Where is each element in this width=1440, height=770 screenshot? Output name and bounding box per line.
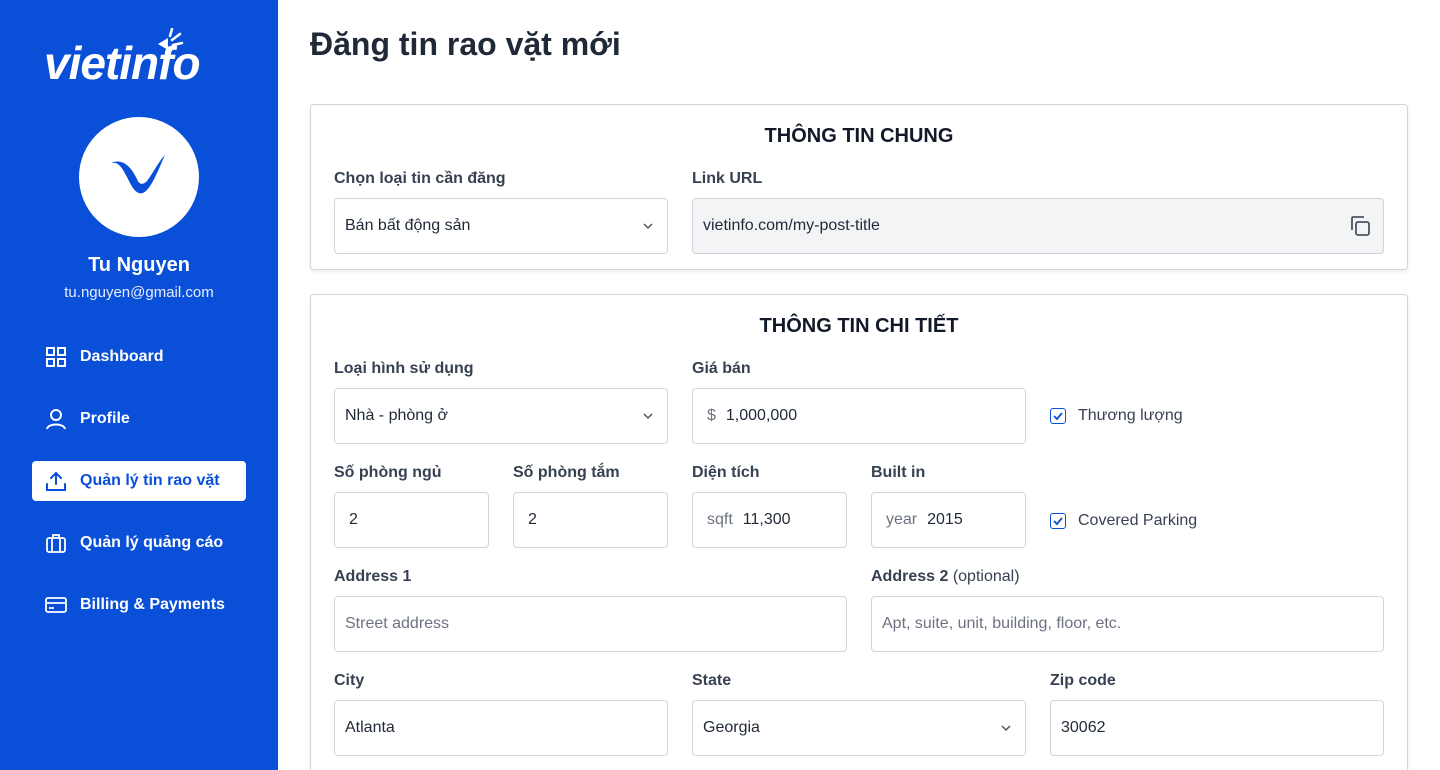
- sidebar-item-profile[interactable]: Profile: [32, 399, 246, 439]
- address2-optional: (optional): [952, 568, 1020, 585]
- bedrooms-input[interactable]: 2: [334, 492, 489, 548]
- sidebar-item-billing[interactable]: Billing & Payments: [32, 585, 246, 625]
- bedrooms-label: Số phòng ngủ: [334, 464, 442, 481]
- address2-input[interactable]: Apt, suite, unit, building, floor, etc.: [871, 596, 1384, 652]
- address1-label: Address 1: [334, 568, 412, 585]
- megaphone-icon: [158, 28, 184, 50]
- general-info-title: THÔNG TIN CHUNG: [764, 125, 954, 147]
- currency-prefix: $: [707, 407, 716, 424]
- address2-label: Address 2 (optional): [871, 568, 1020, 586]
- chevron-down-icon: [1001, 725, 1011, 732]
- post-type-value: Bán bất động sản: [345, 217, 471, 234]
- usage-value: Nhà - phòng ở: [345, 407, 448, 424]
- credit-card-icon: [44, 593, 68, 617]
- zip-value: 30062: [1061, 719, 1106, 736]
- negotiable-label: Thương lượng: [1078, 407, 1183, 424]
- grid-icon: [44, 345, 68, 369]
- area-unit: sqft: [707, 511, 733, 528]
- sidebar-item-label: Billing & Payments: [80, 596, 225, 613]
- parking-checkbox[interactable]: Covered Parking: [1050, 512, 1197, 530]
- area-input[interactable]: sqft 11,300: [692, 492, 847, 548]
- price-label: Giá bán: [692, 360, 751, 377]
- sidebar-item-label: Quản lý tin rao vặt: [80, 472, 220, 489]
- state-label: State: [692, 672, 732, 689]
- city-input[interactable]: Atlanta: [334, 700, 668, 756]
- price-value: 1,000,000: [725, 407, 798, 424]
- bedrooms-value: 2: [349, 511, 358, 528]
- address1-placeholder: Street address: [345, 615, 450, 632]
- sidebar-item-label: Profile: [80, 410, 130, 427]
- avatar[interactable]: [79, 117, 199, 237]
- address1-input[interactable]: Street address: [334, 596, 847, 652]
- bathrooms-input[interactable]: 2: [513, 492, 668, 548]
- negotiable-checkbox[interactable]: Thương lượng: [1050, 407, 1183, 425]
- post-type-select[interactable]: Bán bất động sản: [334, 198, 668, 254]
- bathrooms-label: Số phòng tắm: [513, 464, 620, 481]
- built-label: Built in: [871, 464, 926, 481]
- state-select[interactable]: Georgia: [692, 700, 1026, 756]
- bathrooms-value: 2: [528, 511, 537, 528]
- address2-label-text: Address 2: [871, 568, 949, 585]
- checkbox-checked-icon: [1050, 513, 1066, 529]
- parking-label: Covered Parking: [1078, 512, 1198, 529]
- chevron-down-icon: [643, 413, 653, 420]
- user-icon: [44, 407, 68, 431]
- built-value: 2015: [927, 511, 963, 528]
- zip-label: Zip code: [1050, 672, 1116, 689]
- sidebar-item-ads[interactable]: Quản lý quảng cáo: [32, 523, 246, 563]
- detail-info-card: THÔNG TIN CHI TIẾT Loại hình sử dụng Nhà…: [310, 294, 1408, 770]
- url-label: Link URL: [692, 170, 763, 187]
- user-name: Tu Nguyen: [88, 254, 190, 276]
- sidebar: vietinfo Tu Nguyen tu.nguyen@gmail.com D…: [0, 0, 278, 770]
- city-label: City: [334, 672, 365, 689]
- city-value: Atlanta: [345, 719, 395, 736]
- area-label: Diện tích: [692, 464, 760, 481]
- sidebar-item-label: Quản lý quảng cáo: [80, 534, 224, 551]
- upload-icon: [44, 469, 68, 493]
- state-value: Georgia: [703, 719, 760, 736]
- sidebar-item-dashboard[interactable]: Dashboard: [32, 337, 246, 377]
- built-input[interactable]: year 2015: [871, 492, 1026, 548]
- usage-select[interactable]: Nhà - phòng ở: [334, 388, 668, 444]
- sidebar-item-label: Dashboard: [80, 348, 164, 365]
- usage-label: Loại hình sử dụng: [334, 360, 474, 377]
- post-type-label: Chọn loại tin cần đăng: [334, 170, 506, 187]
- built-unit: year: [886, 511, 918, 528]
- price-input[interactable]: $ 1,000,000: [692, 388, 1026, 444]
- vietinfo-v-icon: [111, 155, 165, 194]
- zip-input[interactable]: 30062: [1050, 700, 1384, 756]
- general-info-card: THÔNG TIN CHUNG Chọn loại tin cần đăng B…: [310, 104, 1408, 270]
- user-email: tu.nguyen@gmail.com: [64, 284, 214, 301]
- address2-placeholder: Apt, suite, unit, building, floor, etc.: [882, 615, 1122, 632]
- area-value: 11,300: [742, 511, 791, 528]
- checkbox-checked-icon: [1050, 408, 1066, 424]
- url-value: vietinfo.com/my-post-title: [703, 217, 880, 234]
- vietinfo-logo[interactable]: vietinfo: [44, 28, 244, 88]
- url-field[interactable]: vietinfo.com/my-post-title: [692, 198, 1384, 254]
- detail-info-title: THÔNG TIN CHI TIẾT: [759, 315, 959, 337]
- page-title: Đăng tin rao vặt mới: [310, 26, 621, 62]
- chevron-down-icon: [643, 223, 653, 230]
- copy-icon[interactable]: [1347, 213, 1373, 239]
- sidebar-item-listings[interactable]: Quản lý tin rao vặt: [32, 461, 246, 501]
- briefcase-icon: [44, 531, 68, 555]
